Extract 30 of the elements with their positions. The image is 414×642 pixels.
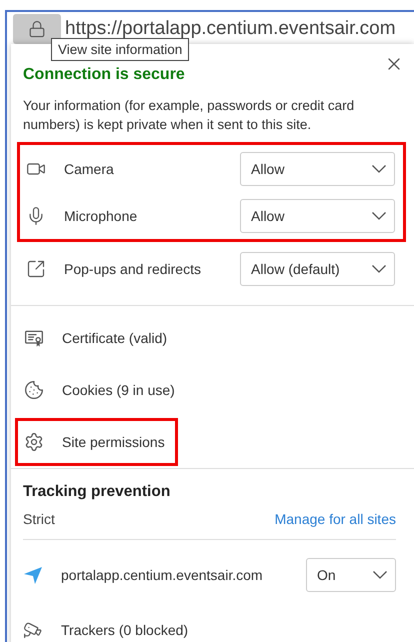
chevron-icon (372, 212, 386, 220)
site-info-link[interactable]: Site permissions (15, 418, 178, 466)
site-domain: portalapp.centium.eventsair.com (61, 567, 264, 583)
manage-link[interactable]: Manage for all sites (274, 511, 396, 527)
permission-dropdown[interactable]: Allow (240, 152, 395, 186)
site-info-link[interactable]: Cookies (9 in use) (15, 366, 188, 414)
tooltip: View site information (51, 38, 190, 61)
camera-icon (23, 620, 43, 640)
site-info-button[interactable] (13, 14, 61, 44)
certificate-icon (24, 328, 44, 348)
external-link-icon (26, 258, 46, 278)
site-info-link[interactable]: Certificate (valid) (15, 314, 180, 362)
tracking-mode: Strict (23, 511, 55, 527)
permission-label: Camera (64, 160, 115, 176)
lock-icon (28, 20, 46, 38)
permission-label: Microphone (64, 208, 138, 224)
permission-dropdown[interactable]: Allow (default) (240, 252, 395, 286)
permission-label: Pop-ups and redirects (64, 260, 202, 276)
chevron-icon (372, 164, 386, 172)
tracking-dropdown[interactable]: On (306, 558, 396, 592)
cookie-icon (24, 380, 44, 400)
trackers-link[interactable]: Trackers (0 blocked) (61, 622, 396, 638)
description-text: Your information (for example, passwords or credit card numbers) is kept private when it sent to this site. (23, 97, 356, 134)
chevron-icon (373, 571, 387, 579)
address-url[interactable]: https://portalapp.centium.eventsair.com (65, 18, 396, 40)
tracking-title: Tracking prevention (23, 483, 172, 501)
settings-icon (24, 432, 44, 452)
permission-dropdown[interactable]: Allow (240, 198, 395, 232)
chevron-icon (372, 264, 386, 272)
connection-title: Connection is secure (23, 66, 186, 84)
